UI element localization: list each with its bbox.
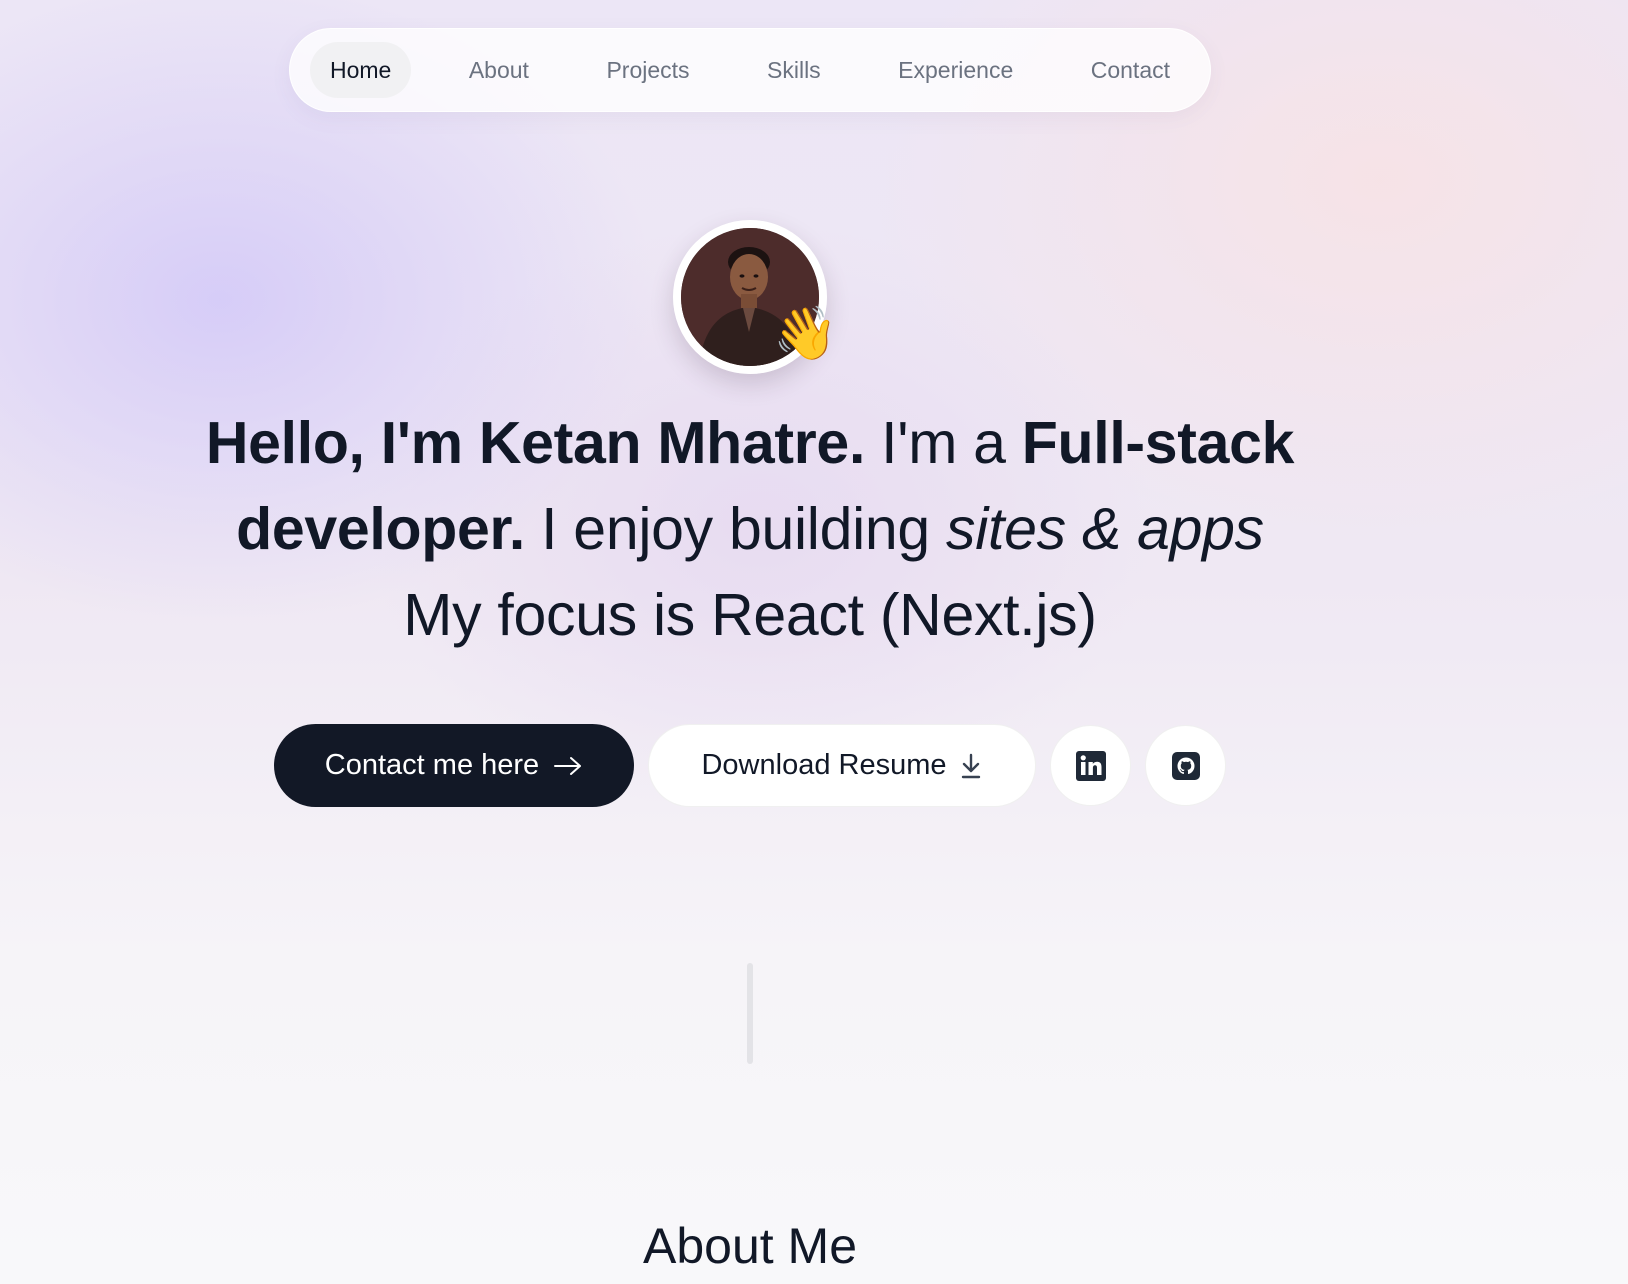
linkedin-icon [1075,750,1106,781]
profile-avatar-container: 👋 [673,220,838,374]
nav-item-projects[interactable]: Projects [586,42,709,98]
hero-focus-text: My focus is React (Next.js) [403,582,1097,648]
download-icon [961,753,980,778]
github-icon [1171,751,1200,780]
hero-greeting: Hello, I'm Ketan Mhatre. [205,410,866,476]
hero-actions: Contact me here Download Resume [274,724,1226,807]
contact-me-label: Contact me here [324,749,540,781]
contact-me-button[interactable]: Contact me here [274,724,634,807]
nav-item-home[interactable]: Home [310,42,412,98]
nav-item-skills[interactable]: Skills [747,42,841,98]
hero-role-prefix: I'm a [865,410,1022,476]
section-divider [747,963,753,1064]
nav-item-about[interactable]: About [449,42,549,98]
hero-sites-apps: sites & apps [946,496,1264,562]
download-resume-button[interactable]: Download Resume [648,724,1036,807]
waving-hand-icon: 👋 [773,305,838,363]
download-resume-label: Download Resume [701,749,947,781]
about-section-title: About Me [642,1218,857,1274]
nav-item-contact[interactable]: Contact [1071,42,1190,98]
nav-item-experience[interactable]: Experience [878,42,1033,98]
hero-headline: Hello, I'm Ketan Mhatre. I'm a Full-stac… [120,400,1380,658]
top-navigation: Home About Projects Skills Experience Co… [289,28,1211,112]
linkedin-button[interactable] [1050,725,1131,806]
hero-enjoy-text: I enjoy building [525,496,947,562]
arrow-right-icon [554,756,582,775]
github-button[interactable] [1145,725,1226,806]
